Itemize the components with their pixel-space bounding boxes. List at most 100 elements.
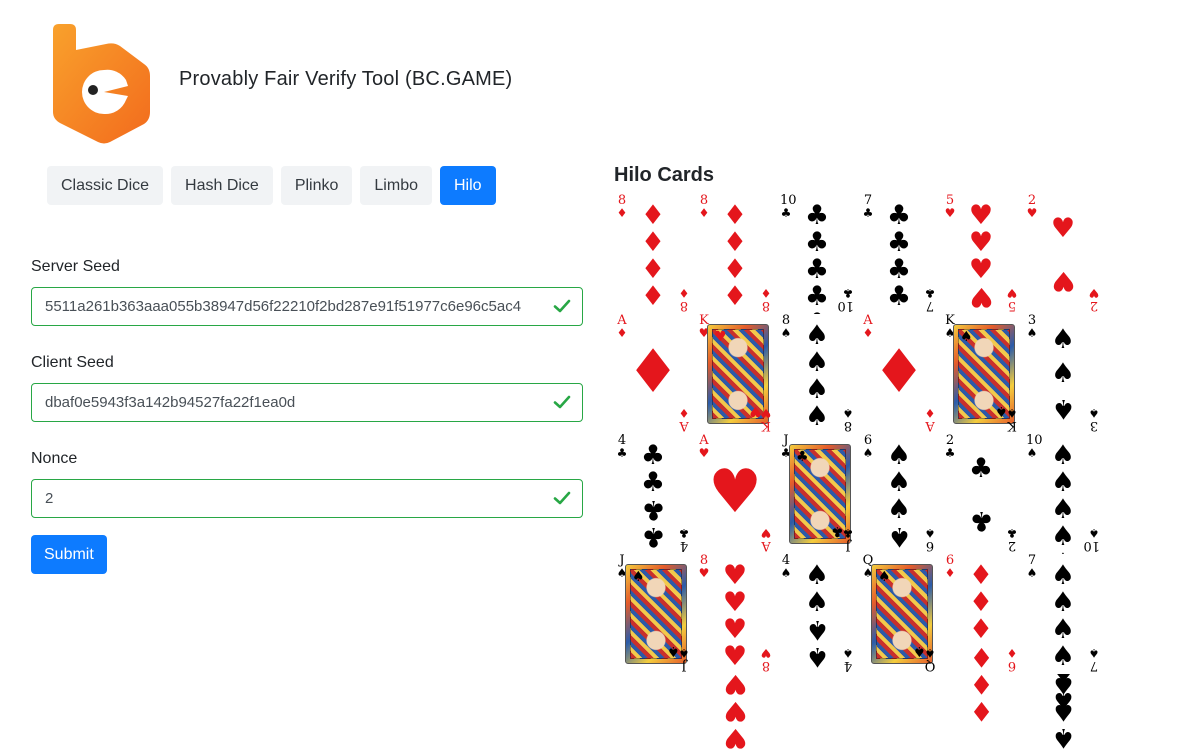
card-rank: 10 (1083, 538, 1100, 553)
card-pip: ♠ (1050, 494, 1076, 525)
card-suit: ♣ (924, 286, 936, 300)
card-center-pip: ♦ (872, 337, 926, 407)
card-pip: ♠ (804, 641, 830, 672)
card-corner: 8 ♦ (678, 286, 690, 313)
playing-card: 7♣♣♣♣♣♣♣♣7♣ (859, 194, 939, 393)
card-suit: ♥ (1006, 286, 1018, 300)
card-pip: ♦ (968, 587, 994, 618)
tab-hash-dice[interactable]: Hash Dice (171, 166, 273, 205)
card-corner: 5 ♥ (1006, 286, 1018, 313)
card-pips: ♠♠♠♠♠♠ (873, 442, 925, 606)
playing-card: 4 ♠ ♠ ♠ ♠ ♠ 4 ♠ (777, 554, 857, 674)
tab-limbo[interactable]: Limbo (360, 166, 432, 205)
nonce-input[interactable] (32, 480, 582, 517)
card-suit: ♥ (1088, 286, 1100, 300)
card-pips: ♣ ♣ (955, 442, 1007, 546)
card-suit: ♦ (1006, 646, 1018, 660)
card-suit: ♣ (678, 526, 690, 540)
card-corner: Q ♠ (924, 646, 936, 673)
card-rank: 2 (1007, 538, 1017, 553)
card-pips: ♠ ♠ ♠ (1037, 322, 1089, 426)
playing-card: A ♦ ♦ A ♦ (859, 314, 939, 434)
cards-grid: 8♦♦♦♦♦♦♦♦♦8♦8♦♦♦♦♦♦♦♦♦8♦10♣♣♣♣♣♣♣♣♣♣♣10♣… (613, 194, 1103, 754)
playing-card: 5♥♥♥♥♥♥5♥ (941, 194, 1021, 339)
card-pip: ♥ (968, 227, 994, 258)
playing-card: 10♣♣♣♣♣♣♣♣♣♣♣10♣ (777, 194, 857, 474)
card-suit: ♠ (924, 646, 936, 660)
card-pip: ♣ (640, 440, 666, 471)
playing-card: J ♠ ♠ ♠ J ♠ (613, 554, 693, 674)
card-pips: ♣♣♣♣♣♣♣ (873, 200, 925, 393)
card-pip: ♥ (722, 722, 748, 753)
card-pip: ♣ (886, 227, 912, 258)
card-suit: ♠ (1088, 646, 1100, 660)
verify-form: Server Seed Client Seed Nonce Submit (31, 255, 583, 574)
tab-classic-dice[interactable]: Classic Dice (47, 166, 164, 205)
card-suit: ♠ (924, 526, 936, 540)
card-pip: ♠ (886, 467, 912, 498)
card-rank: 8 (679, 298, 689, 313)
card-pip: ♠ (1050, 440, 1076, 471)
client-seed-input[interactable] (32, 384, 582, 421)
card-corner: 2 ♣ (1006, 526, 1018, 553)
card-pip: ♦ (722, 254, 748, 285)
card-pips: ♦♦♦♦♦♦♦♦ (709, 200, 761, 420)
card-pip: ♥ (722, 587, 748, 618)
card-pips: ♥♥♥♥♥ (955, 202, 1007, 339)
card-suit-icon: ♥ (714, 329, 727, 345)
card-pip: ♠ (804, 401, 830, 432)
card-pip: ♠ (1050, 587, 1076, 618)
submit-button[interactable]: Submit (31, 535, 107, 574)
card-pip: ♠ (1050, 614, 1076, 645)
card-pips: ♦ ♦ ♦ ♦ ♦ ♦ (955, 562, 1007, 726)
card-pips: ♠♠♠♠♠♠♠♠♠♠ (1037, 440, 1089, 714)
card-pip: ♣ (804, 254, 830, 285)
tab-hilo[interactable]: Hilo (439, 166, 496, 205)
server-seed-label: Server Seed (31, 258, 120, 275)
playing-card: J ♣ ♣ ♣ J ♣ (777, 434, 857, 554)
card-corner: 2 ♥ (1088, 286, 1100, 313)
card-corner: A ♦ (678, 406, 690, 433)
card-suit: ♦ (760, 286, 772, 300)
card-pip: ♠ (1050, 695, 1076, 726)
card-rank: 5 (1007, 298, 1017, 313)
card-rank: 7 (925, 298, 935, 313)
card-rank: 3 (1089, 418, 1099, 433)
card-pip: ♠ (804, 320, 830, 351)
card-rank: 6 (1007, 658, 1017, 673)
card-pip: ♣ (968, 452, 994, 484)
card-pip: ♣ (640, 467, 666, 498)
check-icon (553, 299, 571, 313)
card-suit: ♣ (1006, 526, 1018, 540)
playing-card: 2 ♥ ♥ ♥ 2 ♥ (1023, 194, 1103, 314)
card-rank: K (1007, 418, 1017, 433)
card-corner: 7 ♠ (1088, 646, 1100, 673)
client-seed-field (31, 383, 583, 422)
card-suit: ♦ (678, 286, 690, 300)
card-suit: ♠ (842, 406, 854, 420)
playing-card: 10♠♠♠♠♠♠♠♠♠♠♠10♠ (1023, 434, 1103, 714)
tab-plinko[interactable]: Plinko (280, 166, 353, 205)
card-pip: ♠ (804, 347, 830, 378)
check-icon (553, 491, 571, 505)
card-pip: ♥ (722, 614, 748, 645)
card-pips: ♦♦♦♦♦♦♦♦ (627, 202, 679, 420)
card-pip: ♣ (640, 521, 666, 552)
playing-card: K ♥ ♥ ♥ K ♥ (695, 314, 775, 434)
client-seed-label: Client Seed (31, 354, 114, 371)
card-corner: K ♥ (760, 406, 772, 433)
playing-card: A ♥ ♥ A ♥ (695, 434, 775, 554)
game-tabs: Classic Dice Hash Dice Plinko Limbo Hilo (47, 166, 496, 205)
server-seed-input[interactable] (32, 288, 582, 325)
card-corner: 3 ♠ (1088, 406, 1100, 433)
card-pip: ♠ (804, 560, 830, 591)
card-suit-icon: ♠ (960, 329, 973, 345)
card-pip: ♣ (886, 200, 912, 231)
playing-card: 2 ♣ ♣ ♣ 2 ♣ (941, 434, 1021, 554)
card-pip: ♦ (722, 200, 748, 231)
card-suit: ♥ (760, 646, 772, 660)
card-pip: ♠ (1050, 358, 1076, 390)
playing-card: 8♥♥♥♥♥♥♥♥♥8♥ (695, 554, 775, 754)
card-pip: ♥ (1050, 264, 1076, 296)
card-pip: ♣ (886, 254, 912, 285)
